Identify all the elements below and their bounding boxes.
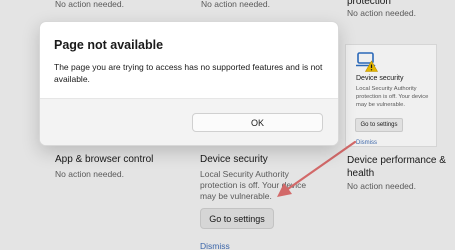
dialog-footer: OK [40, 98, 338, 145]
ok-button[interactable]: OK [192, 113, 323, 132]
dialog-title: Page not available [54, 38, 164, 52]
dialog-message: The page you are trying to access has no… [54, 62, 323, 84]
page-not-available-dialog: Page not available The page you are tryi… [39, 21, 339, 146]
